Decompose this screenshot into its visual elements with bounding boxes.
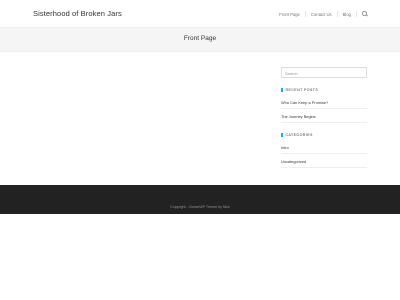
- widget-title-label: Recent Posts: [285, 88, 319, 92]
- sidebar: Search Recent Posts Who Can Keep a Promi…: [281, 67, 367, 168]
- main-content: [33, 60, 273, 180]
- page-header-banner: Front Page: [0, 28, 400, 52]
- nav-item-contact-us[interactable]: Contact Us: [311, 12, 332, 17]
- nav-item-blog[interactable]: Blog: [343, 12, 351, 17]
- search-placeholder: Search: [285, 71, 298, 76]
- search-icon[interactable]: [362, 11, 368, 17]
- widget-title-categories: Categories: [281, 133, 367, 137]
- recent-posts-list: Who Can Keep a Promise? The Journey Begi…: [281, 98, 367, 123]
- site-footer: Copyright - OceanWP Theme by Nick: [0, 185, 400, 214]
- recent-post-link[interactable]: Who Can Keep a Promise?: [281, 98, 367, 109]
- widget-title-recent-posts: Recent Posts: [281, 88, 367, 92]
- nav-separator: [304, 11, 306, 17]
- site-title[interactable]: Sisterhood of Broken Jars: [33, 9, 122, 18]
- widget-title-label: Categories: [285, 133, 313, 137]
- main-navigation: Front Page Contact Us Blog: [279, 11, 368, 17]
- nav-item-front-page[interactable]: Front Page: [279, 12, 300, 17]
- widget-title-accent: [281, 133, 283, 137]
- recent-post-link[interactable]: The Journey Begins: [281, 112, 367, 123]
- category-link[interactable]: Uncategorized: [281, 157, 367, 168]
- copyright-text: Copyright - OceanWP Theme by Nick: [170, 205, 230, 209]
- categories-list: Intro Uncategorized: [281, 143, 367, 168]
- site-header: Sisterhood of Broken Jars Front Page Con…: [0, 0, 400, 28]
- nav-separator: [336, 11, 338, 17]
- page-title: Front Page: [183, 35, 217, 42]
- widget-title-accent: [281, 88, 283, 92]
- category-link[interactable]: Intro: [281, 143, 367, 154]
- nav-separator: [356, 11, 357, 17]
- search-input[interactable]: Search: [281, 67, 367, 78]
